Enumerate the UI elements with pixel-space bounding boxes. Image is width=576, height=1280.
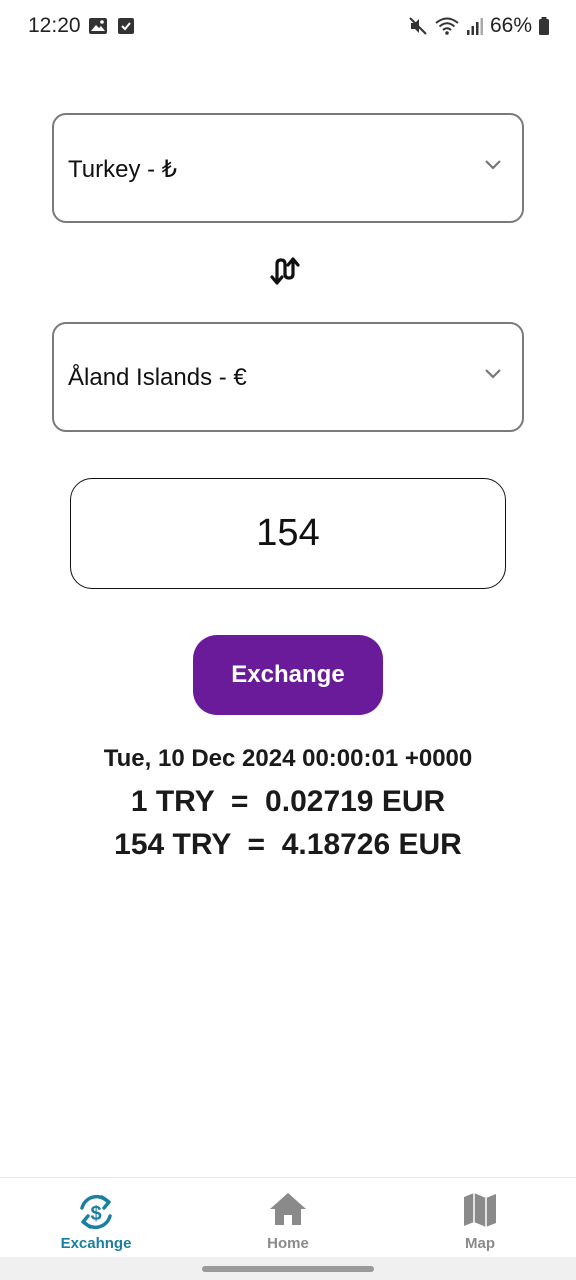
nav-item-exchange[interactable]: $ Excahnge [0, 1178, 192, 1257]
swap-vertical-icon [270, 257, 300, 285]
check-square-icon [118, 18, 134, 34]
chevron-down-icon [485, 369, 501, 379]
amount-input[interactable] [71, 479, 505, 588]
exchange-button[interactable]: Exchange [193, 635, 383, 715]
swap-currencies-button[interactable] [268, 252, 306, 290]
bottom-nav: $ Excahnge Home Map [0, 1177, 576, 1257]
mute-icon [409, 17, 427, 35]
wifi-icon [435, 17, 459, 35]
from-currency-label: Turkey - ₺ [68, 156, 178, 183]
signal-icon [466, 18, 483, 35]
from-currency-dropdown[interactable]: Turkey - ₺ [52, 113, 524, 223]
status-left-icons [88, 16, 136, 36]
status-right-icons: 66% [408, 14, 550, 38]
home-icon [270, 1193, 306, 1225]
chevron-down-icon [485, 160, 501, 170]
image-icon [89, 18, 107, 34]
currency-exchange-icon: $ [80, 1194, 112, 1230]
nav-label-home: Home [267, 1235, 309, 1252]
to-currency-label: Åland Islands - € [68, 364, 247, 391]
gesture-area [0, 1257, 576, 1280]
map-icon [464, 1193, 496, 1227]
battery-icon [539, 17, 549, 35]
nav-label-map: Map [465, 1235, 495, 1252]
svg-text:$: $ [90, 1203, 101, 1225]
rate-date: Tue, 10 Dec 2024 00:00:01 +0000 [103, 745, 473, 772]
to-currency-dropdown[interactable]: Åland Islands - € [52, 322, 524, 432]
nav-label-exchange: Excahnge [60, 1235, 132, 1252]
converted-total: 154 TRY = 4.18726 EUR [114, 828, 462, 861]
nav-item-home[interactable]: Home [192, 1178, 384, 1257]
amount-field[interactable] [70, 478, 506, 589]
status-time: 12:20 [28, 14, 81, 37]
unit-rate: 1 TRY = 0.02719 EUR [130, 785, 446, 818]
home-indicator[interactable] [202, 1266, 374, 1272]
battery-percent: 66% [489, 14, 532, 37]
status-bar: 12:20 66% [0, 0, 576, 54]
nav-item-map[interactable]: Map [384, 1178, 576, 1257]
